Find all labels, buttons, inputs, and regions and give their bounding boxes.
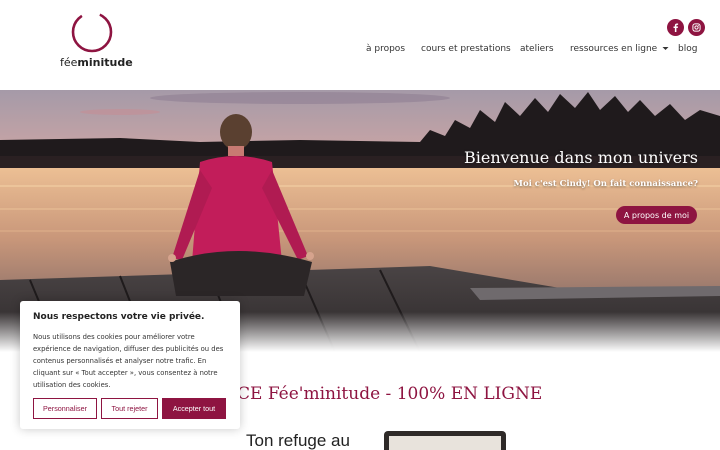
logo-wordmark: féeminitude (60, 56, 133, 69)
cookie-title: Nous respectons votre vie privée. (33, 312, 205, 322)
site-logo[interactable]: féeminitude (60, 10, 133, 72)
facebook-icon (673, 23, 679, 32)
nav-item-cours-et-prestations[interactable]: cours et prestations (421, 44, 511, 54)
cookie-consent-banner: Nous respectons votre vie privée. Nous u… (20, 301, 240, 429)
nav-item-ressources-en-ligne[interactable]: ressources en ligne (570, 44, 669, 54)
facebook-link[interactable] (667, 19, 684, 36)
section-subheading: Ton refuge au (246, 431, 350, 450)
logo-text-light: fée (60, 56, 78, 69)
laptop-screen (389, 436, 501, 450)
cookie-text: Nous utilisons des cookies pour améliore… (33, 333, 224, 389)
reject-cookies-button[interactable]: Tout rejeter (101, 398, 158, 419)
logo-circle-icon (71, 10, 113, 53)
logo-text-bold: minitude (77, 56, 133, 69)
about-me-button[interactable]: A propos de moi (616, 206, 697, 224)
nav-item-blog[interactable]: blog (678, 44, 697, 54)
nav-item-ateliers[interactable]: ateliers (520, 44, 554, 54)
instagram-icon (692, 23, 701, 32)
instagram-link[interactable] (688, 19, 705, 36)
site-header: féeminitude à propos cours et prestation… (0, 0, 720, 90)
section-title: CE Fée'minitude - 100% EN LIGNE (237, 384, 543, 404)
nav-item-ressources-label: ressources en ligne (570, 44, 658, 54)
hero-subtitle: Moi c'est Cindy! On fait connaissance? (513, 179, 698, 189)
accept-cookies-button[interactable]: Accepter tout (162, 398, 226, 419)
nav-item-a-propos[interactable]: à propos (366, 44, 405, 54)
customize-cookies-button[interactable]: Personnaliser (33, 398, 97, 419)
caret-down-icon (662, 47, 669, 50)
laptop-image (384, 431, 506, 450)
hero-title: Bienvenue dans mon univers (464, 148, 698, 167)
